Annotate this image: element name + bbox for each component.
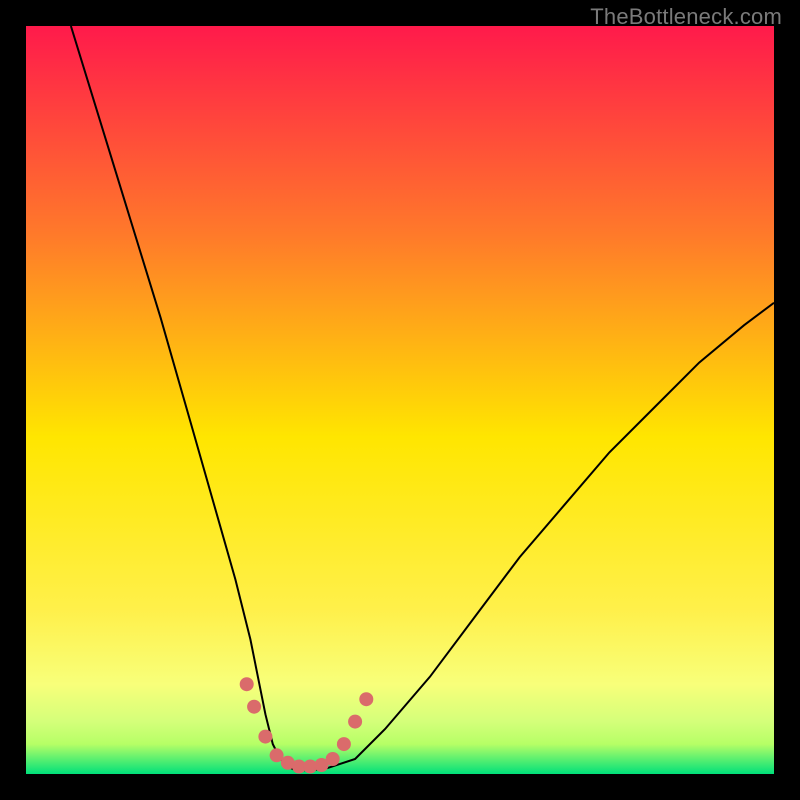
scatter-dot — [240, 677, 254, 691]
scatter-dot — [348, 715, 362, 729]
scatter-dot — [337, 737, 351, 751]
chart-svg — [26, 26, 774, 774]
chart-frame: TheBottleneck.com — [0, 0, 800, 800]
scatter-dot — [258, 730, 272, 744]
scatter-dot — [359, 692, 373, 706]
scatter-dot — [247, 700, 261, 714]
plot-area — [26, 26, 774, 774]
watermark-text: TheBottleneck.com — [590, 4, 782, 30]
scatter-dot — [326, 752, 340, 766]
